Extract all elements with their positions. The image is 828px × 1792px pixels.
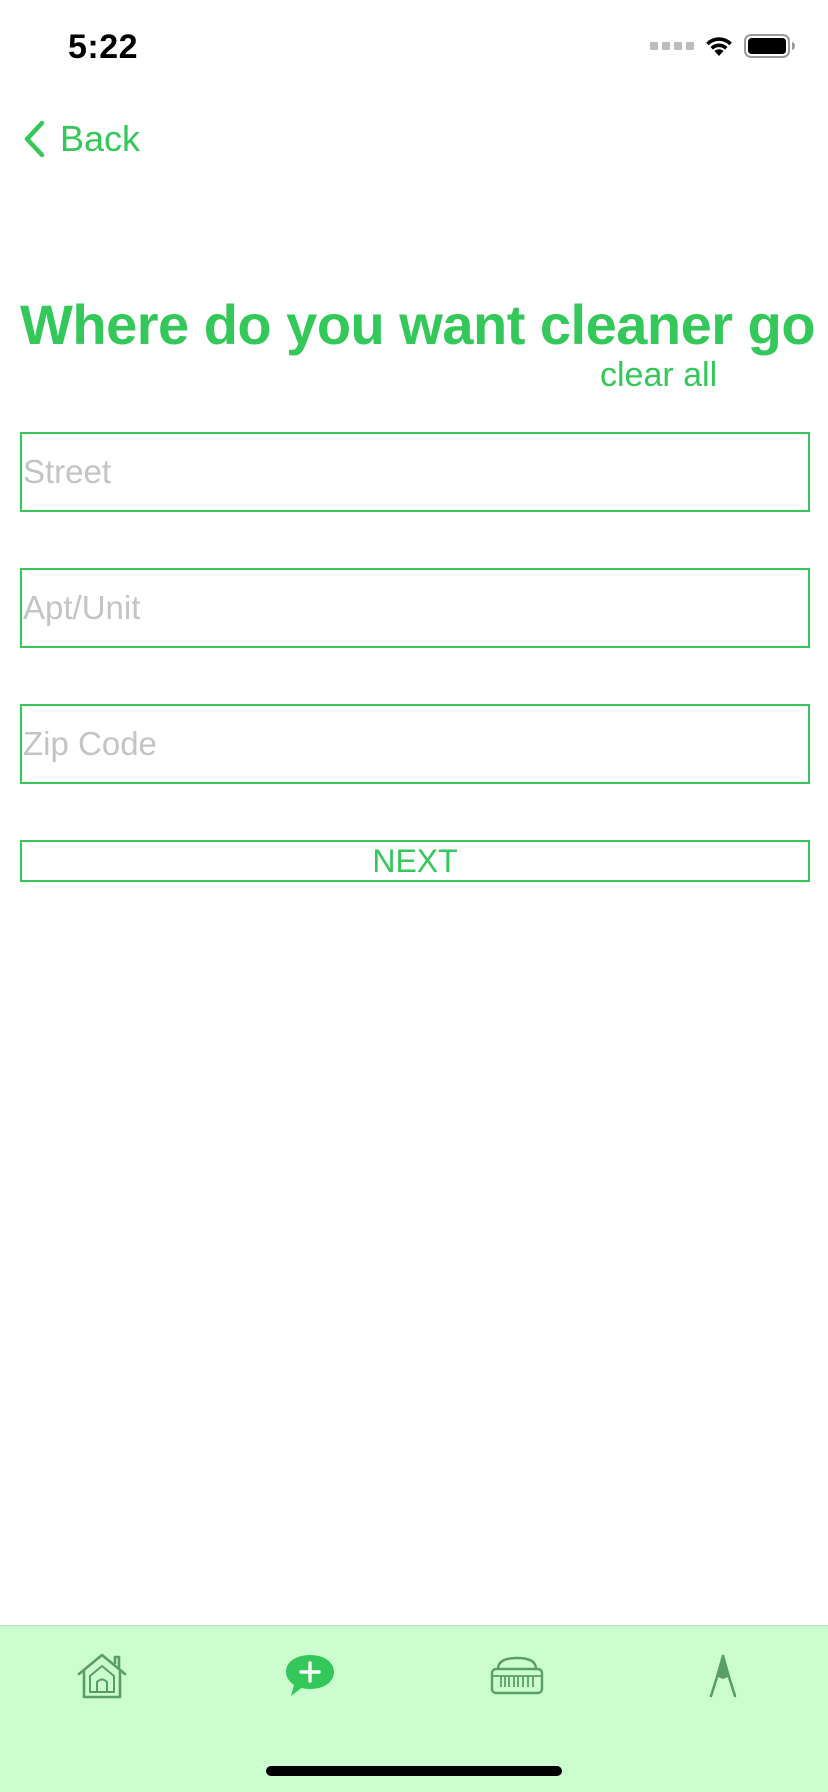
screen: 5:22 Back Where do you want cleaner go c… [0, 0, 828, 1792]
cellular-signal-icon [650, 42, 694, 50]
apt-unit-input[interactable] [22, 570, 808, 646]
home-indicator [266, 1766, 562, 1776]
chevron-left-icon [24, 120, 45, 158]
street-input[interactable] [22, 434, 808, 510]
add-chat-icon [286, 1655, 334, 1696]
tab-shop[interactable] [481, 1648, 553, 1704]
tab-profile[interactable] [688, 1648, 760, 1704]
store-icon [490, 1656, 544, 1695]
wifi-icon [706, 37, 732, 56]
tab-add[interactable] [274, 1648, 346, 1704]
apt-field [20, 568, 810, 648]
tab-home[interactable] [66, 1648, 138, 1704]
back-button[interactable]: Back [22, 118, 140, 160]
next-button[interactable]: NEXT [20, 840, 810, 882]
page-title: Where do you want cleaner go [20, 293, 816, 356]
back-label: Back [60, 118, 141, 159]
home-icon [77, 1653, 127, 1699]
status-icons [650, 34, 796, 58]
zip-code-input[interactable] [22, 706, 808, 782]
street-field [20, 432, 810, 512]
clear-all-button[interactable]: clear all [600, 356, 717, 395]
profile-icon [709, 1654, 737, 1698]
zip-field [20, 704, 810, 784]
battery-icon [744, 34, 795, 58]
status-time: 5:22 [68, 28, 139, 66]
